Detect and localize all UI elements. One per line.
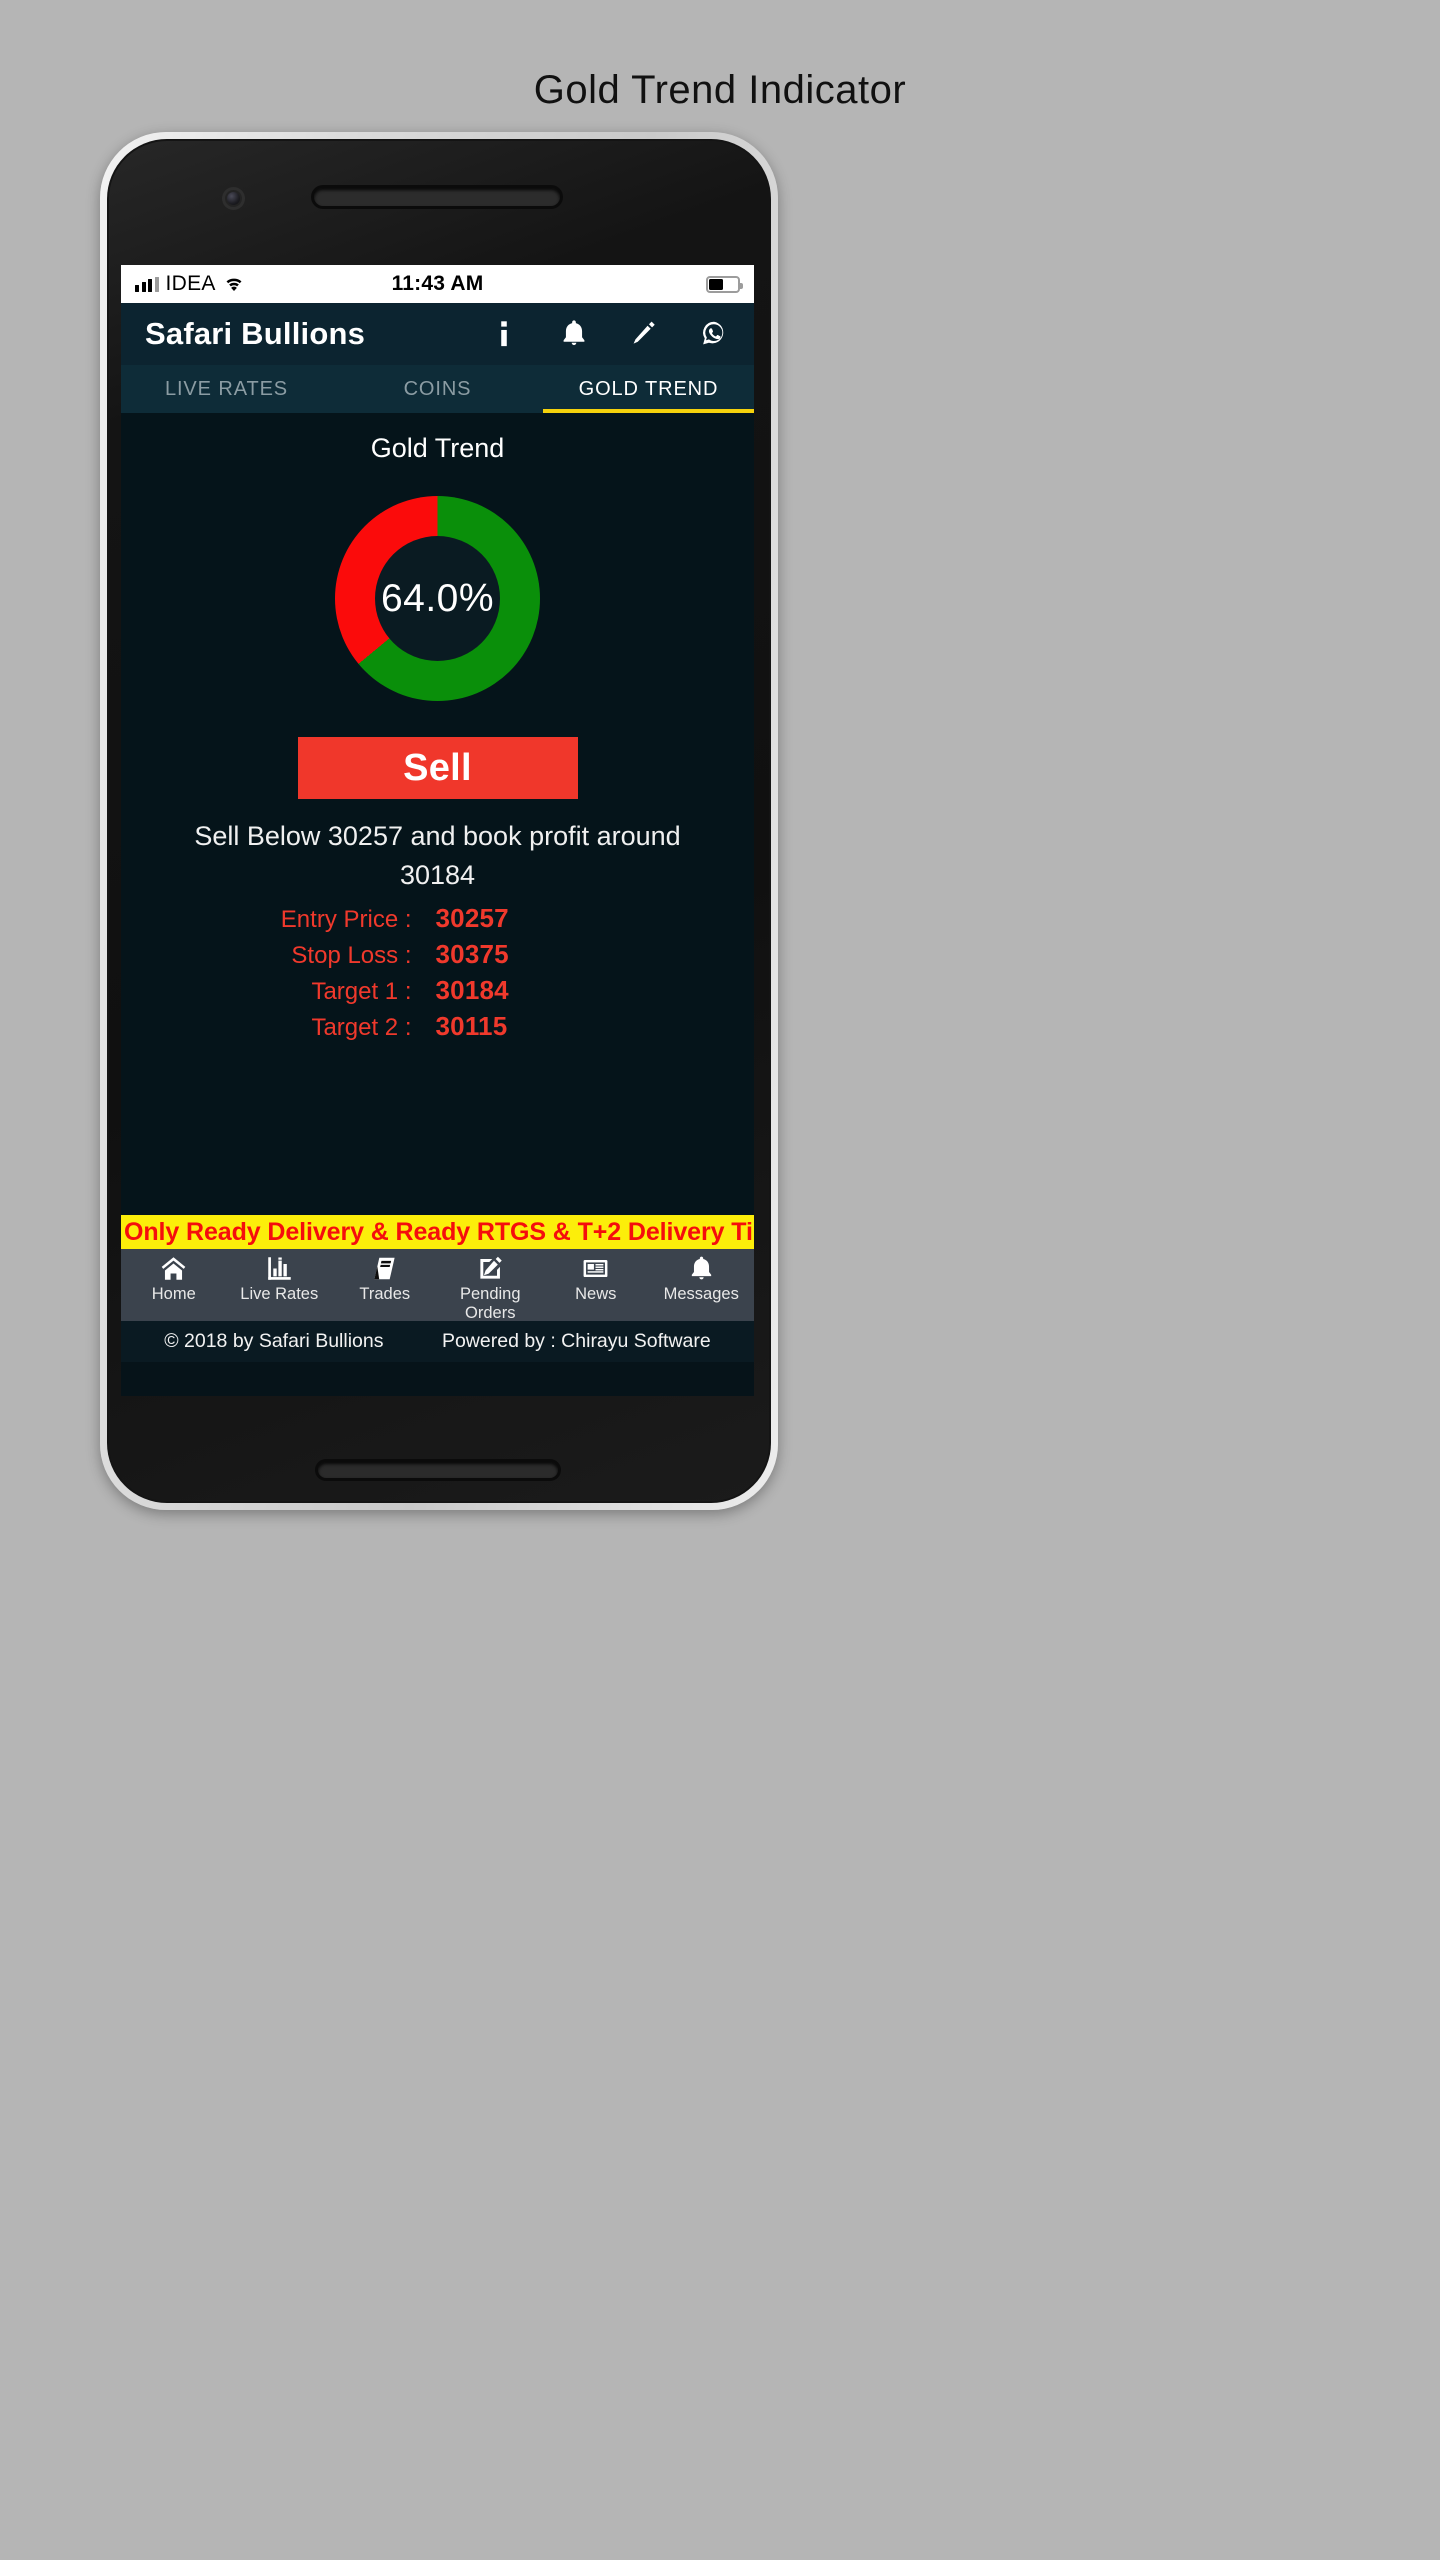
app-bar-actions: [490, 319, 738, 349]
copyright-label: © 2018 by Safari Bullions: [164, 1330, 383, 1353]
nav-label: News: [575, 1285, 616, 1304]
level-value: 30115: [436, 1011, 508, 1042]
info-icon[interactable]: [490, 319, 518, 349]
tab-gold-trend[interactable]: GOLD TREND: [543, 365, 754, 413]
level-row: Entry Price : 30257: [208, 903, 668, 934]
level-value: 30257: [436, 903, 509, 934]
nav-item-pending-orders[interactable]: Pending Orders: [438, 1255, 544, 1323]
level-value: 30184: [436, 975, 509, 1006]
tab-coins[interactable]: COINS: [332, 365, 543, 413]
donut-center: 64.0%: [375, 536, 500, 661]
nav-item-trades[interactable]: Trades: [332, 1255, 438, 1304]
ticker-text: Only Ready Delivery & Ready RTGS & T+2 D…: [121, 1218, 754, 1247]
status-bar: IDEA 11:43 AM: [121, 265, 754, 303]
bar-chart-icon: [266, 1255, 293, 1282]
level-row: Target 2 : 30115: [208, 1011, 668, 1042]
trade-advice-text: Sell Below 30257 and book profit around …: [178, 817, 698, 895]
powered-by-label: Powered by : Chirayu Software: [442, 1330, 711, 1353]
tab-live-rates[interactable]: LIVE RATES: [121, 365, 332, 413]
level-label: Entry Price :: [208, 906, 436, 934]
announcement-ticker: Only Ready Delivery & Ready RTGS & T+2 D…: [121, 1215, 754, 1249]
nav-label: Messages: [664, 1285, 739, 1304]
sell-button-label: Sell: [403, 747, 472, 790]
main-content: Gold Trend 64.0% Sell Sell Below 30257 a…: [121, 413, 754, 1249]
bottom-nav-bar: Home Live Rates: [121, 1249, 754, 1321]
level-label: Target 1 :: [208, 978, 436, 1006]
trade-levels-list: Entry Price : 30257 Stop Loss : 30375 Ta…: [208, 903, 668, 1042]
pencil-icon[interactable]: [630, 319, 658, 349]
level-value: 30375: [436, 939, 509, 970]
level-row: Stop Loss : 30375: [208, 939, 668, 970]
status-bar-right: [706, 276, 740, 293]
edit-square-icon: [477, 1255, 504, 1282]
bell-icon: [688, 1255, 715, 1282]
section-title: Gold Trend: [121, 413, 754, 464]
nav-item-news[interactable]: News: [543, 1255, 649, 1304]
app-title: Safari Bullions: [145, 316, 365, 352]
bell-icon[interactable]: [560, 319, 588, 349]
battery-icon: [706, 276, 740, 293]
nav-label: Live Rates: [240, 1285, 318, 1304]
nav-item-live-rates[interactable]: Live Rates: [227, 1255, 333, 1304]
front-camera-icon: [222, 187, 245, 210]
book-icon: [371, 1255, 398, 1282]
level-row: Target 1 : 30184: [208, 975, 668, 1006]
nav-item-messages[interactable]: Messages: [649, 1255, 755, 1304]
phone-screen: IDEA 11:43 AM Safari Bullions: [121, 265, 754, 1396]
phone-bottom-speaker: [318, 1462, 558, 1478]
home-icon: [160, 1255, 187, 1282]
gold-trend-gauge: 64.0%: [335, 496, 540, 701]
nav-label: Trades: [359, 1285, 410, 1304]
clock-label: 11:43 AM: [121, 272, 754, 296]
sell-button[interactable]: Sell: [298, 737, 578, 799]
earpiece-speaker: [314, 188, 560, 206]
gauge-value-label: 64.0%: [381, 577, 494, 621]
app-bar: Safari Bullions: [121, 303, 754, 365]
level-label: Stop Loss :: [208, 942, 436, 970]
newspaper-icon: [582, 1255, 609, 1282]
whatsapp-icon[interactable]: [700, 319, 728, 349]
nav-item-home[interactable]: Home: [121, 1255, 227, 1304]
nav-label: Pending Orders: [438, 1285, 544, 1323]
page-title: Gold Trend Indicator: [0, 68, 1440, 113]
level-label: Target 2 :: [208, 1014, 436, 1042]
nav-label: Home: [152, 1285, 196, 1304]
tab-bar: LIVE RATES COINS GOLD TREND: [121, 365, 754, 413]
footer-bar: © 2018 by Safari Bullions Powered by : C…: [121, 1321, 754, 1362]
